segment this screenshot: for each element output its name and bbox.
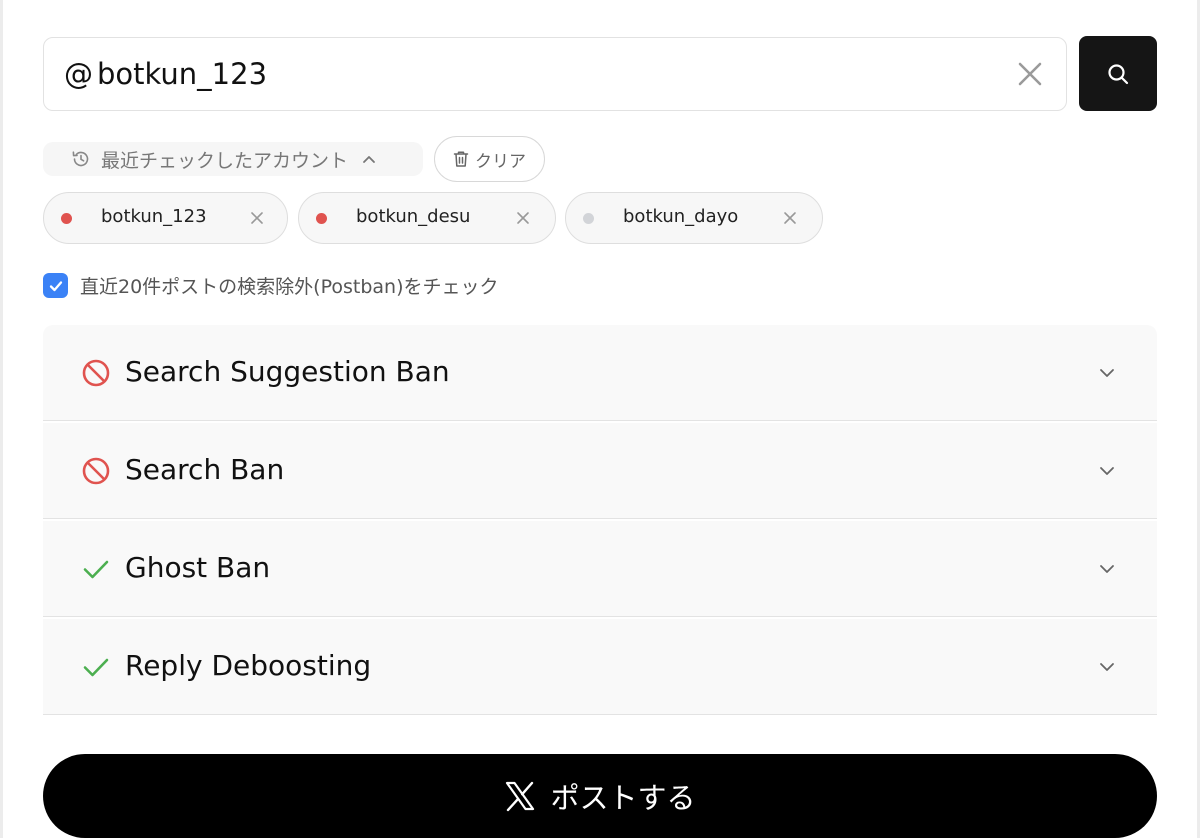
- post-button-label: ポストする: [550, 781, 696, 815]
- remove-account-icon[interactable]: [778, 206, 802, 230]
- clear-input-icon[interactable]: [1010, 54, 1050, 94]
- chevron-down-icon: [1100, 369, 1114, 377]
- recent-accounts-label: 最近チェックしたアカウント: [101, 149, 349, 172]
- postban-check-option[interactable]: 直近20件ポストの検索除外(Postban)をチェック: [43, 272, 499, 299]
- postban-check-label: 直近20件ポストの検索除外(Postban)をチェック: [80, 276, 499, 298]
- username-search-field[interactable]: @: [43, 37, 1067, 111]
- status-dot: [61, 213, 72, 224]
- trash-icon: [453, 151, 469, 167]
- result-search-ban[interactable]: Search Ban: [43, 423, 1157, 519]
- recent-account-chip[interactable]: botkun_dayo: [565, 192, 823, 244]
- status-dot: [316, 213, 327, 224]
- status-dot: [583, 213, 594, 224]
- recent-account-chip[interactable]: botkun_desu: [298, 192, 556, 244]
- page: @ 最近チェックしたアカウント クリア botkun_123: [0, 0, 1200, 838]
- ban-icon: [82, 359, 110, 387]
- check-icon: [83, 560, 109, 579]
- username-input[interactable]: [97, 57, 1010, 91]
- search-icon: [1108, 63, 1129, 84]
- clear-history-label: クリア: [475, 151, 526, 172]
- x-logo-icon: [506, 781, 535, 812]
- post-to-x-button[interactable]: ポストする: [43, 754, 1157, 838]
- clear-history-button[interactable]: クリア: [434, 136, 545, 182]
- recent-account-name: botkun_desu: [356, 206, 471, 227]
- check-icon: [83, 658, 109, 677]
- search-button[interactable]: [1079, 36, 1157, 111]
- postban-checkbox[interactable]: [43, 273, 68, 298]
- chevron-down-icon: [1100, 565, 1114, 573]
- result-title: Search Ban: [125, 453, 285, 486]
- remove-account-icon[interactable]: [511, 206, 535, 230]
- chevron-down-icon: [1100, 467, 1114, 475]
- checkmark-icon: [49, 280, 62, 291]
- result-title: Search Suggestion Ban: [125, 355, 450, 388]
- recent-accounts-toggle[interactable]: 最近チェックしたアカウント: [43, 142, 423, 176]
- recent-account-name: botkun_dayo: [623, 206, 739, 227]
- chevron-down-icon: [1100, 663, 1114, 671]
- result-title: Reply Deboosting: [125, 649, 372, 682]
- at-symbol: @: [64, 57, 93, 91]
- chevron-up-icon: [362, 154, 376, 164]
- history-icon: [72, 151, 89, 167]
- result-ghost-ban[interactable]: Ghost Ban: [43, 521, 1157, 617]
- recent-account-name: botkun_123: [101, 206, 207, 227]
- result-title: Ghost Ban: [125, 551, 271, 584]
- result-search-suggestion-ban[interactable]: Search Suggestion Ban: [43, 325, 1157, 421]
- recent-account-chip[interactable]: botkun_123: [43, 192, 288, 244]
- result-reply-deboosting[interactable]: Reply Deboosting: [43, 619, 1157, 715]
- remove-account-icon[interactable]: [245, 206, 269, 230]
- ban-icon: [82, 457, 110, 485]
